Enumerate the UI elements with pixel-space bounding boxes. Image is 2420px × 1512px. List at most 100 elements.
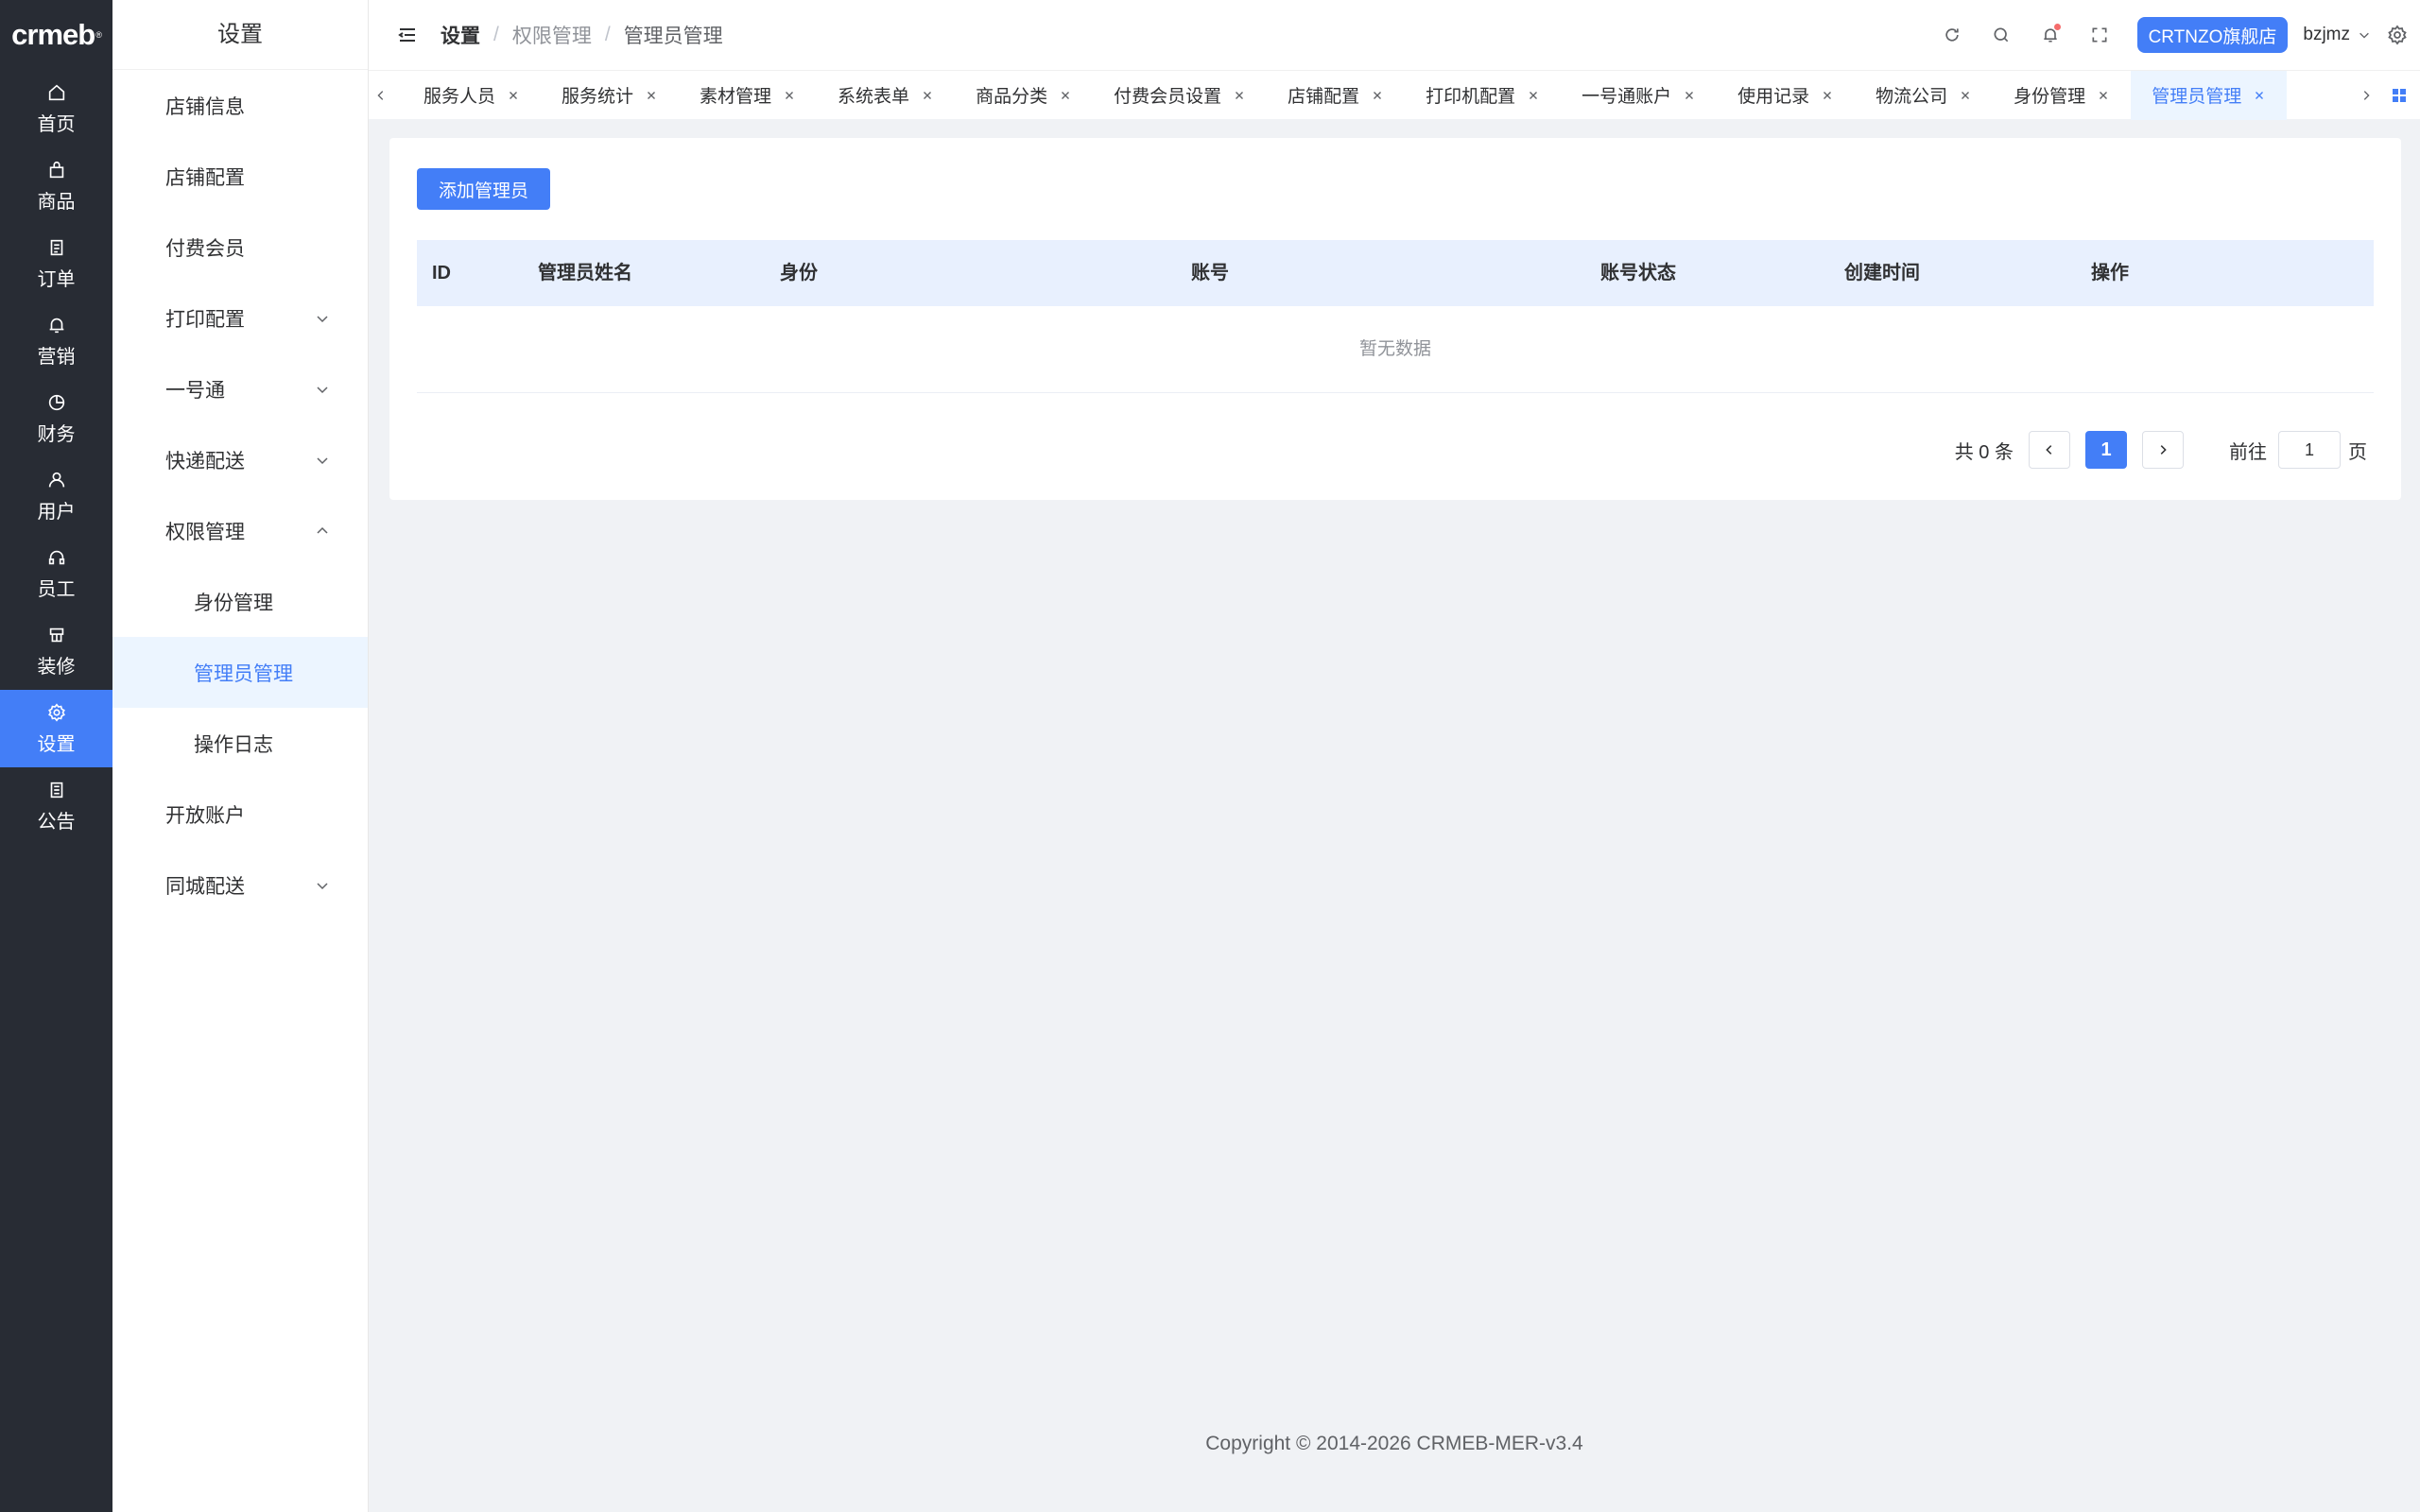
- top-header: 设置 / 权限管理 / 管理员管理 CRTNZO旗舰店 bzjmz: [369, 0, 2420, 70]
- column-header-role: 身份: [780, 263, 818, 284]
- empty-state: 暂无数据: [417, 306, 2374, 393]
- submenu-item-label: 店铺信息: [165, 95, 245, 118]
- close-icon[interactable]: [1371, 89, 1384, 102]
- search-button[interactable]: [1977, 16, 2026, 54]
- crmeb-logo[interactable]: crmeb ®: [0, 0, 112, 70]
- nav-staff[interactable]: 员工: [0, 535, 112, 612]
- tab-admins[interactable]: 管理员管理: [2131, 70, 2288, 120]
- submenu-item-print-config[interactable]: 打印配置: [112, 283, 368, 353]
- goto-label: 前往: [2229, 441, 2267, 463]
- tab-label: 一号通账户: [1582, 87, 1672, 107]
- breadcrumb-item[interactable]: 权限管理: [512, 21, 592, 49]
- tab-yihaotong-account[interactable]: 一号通账户: [1561, 71, 1717, 120]
- tab-paid-member-settings[interactable]: 付费会员设置: [1093, 71, 1267, 120]
- submenu-item-store-config[interactable]: 店铺配置: [112, 141, 368, 212]
- logo-text: crmeb: [11, 18, 95, 51]
- refresh-button[interactable]: [1927, 16, 1977, 54]
- tab-usage-records[interactable]: 使用记录: [1717, 71, 1855, 120]
- close-icon[interactable]: [2253, 89, 2266, 102]
- tabs-menu-button[interactable]: [2378, 88, 2420, 103]
- submenu-item-label: 管理员管理: [194, 662, 293, 685]
- store-switch-button[interactable]: CRTNZO旗舰店: [2136, 17, 2289, 53]
- close-icon[interactable]: [645, 89, 658, 102]
- tabs-scroll-right[interactable]: [2354, 89, 2378, 102]
- close-icon[interactable]: [2097, 89, 2110, 102]
- close-icon[interactable]: [1821, 89, 1834, 102]
- tab-product-category[interactable]: 商品分类: [955, 71, 1093, 120]
- breadcrumb-item[interactable]: 设置: [441, 21, 480, 49]
- close-icon[interactable]: [1527, 89, 1540, 102]
- nav-products[interactable]: 商品: [0, 147, 112, 225]
- submenu-item-permissions[interactable]: 权限管理: [112, 495, 368, 566]
- nav-marketing[interactable]: 营销: [0, 302, 112, 380]
- close-icon[interactable]: [1059, 89, 1072, 102]
- collapse-menu-button[interactable]: [389, 17, 425, 53]
- close-icon[interactable]: [1959, 89, 1972, 102]
- tab-printer-config[interactable]: 打印机配置: [1405, 71, 1561, 120]
- tab-service-stats[interactable]: 服务统计: [541, 71, 679, 120]
- tab-materials[interactable]: 素材管理: [679, 71, 817, 120]
- submenu-item-store-info[interactable]: 店铺信息: [112, 70, 368, 141]
- submenu-item-operation-log[interactable]: 操作日志: [112, 708, 368, 779]
- tab-system-forms[interactable]: 系统表单: [817, 71, 955, 120]
- tabs-list: 服务人员 服务统计 素材管理 系统表单 商品分类 付费会员设置 店铺配置 打印机…: [393, 70, 2354, 120]
- nav-decorate[interactable]: 装修: [0, 612, 112, 690]
- chevron-up-icon: [317, 526, 328, 534]
- tab-service-staff[interactable]: 服务人员: [403, 71, 541, 120]
- notice-icon: [50, 782, 62, 798]
- chevron-left-icon: [377, 90, 384, 100]
- settings-gear-icon[interactable]: [2386, 24, 2409, 46]
- chevron-right-icon: [2363, 90, 2370, 100]
- chevron-down-icon: [2360, 32, 2369, 39]
- nav-finance-label: 财务: [37, 423, 76, 445]
- column-header-actions: 操作: [2091, 263, 2129, 284]
- tabs-bar: 服务人员 服务统计 素材管理 系统表单 商品分类 付费会员设置 店铺配置 打印机…: [369, 70, 2420, 120]
- tab-label: 付费会员设置: [1114, 87, 1222, 107]
- submenu-item-express[interactable]: 快递配送: [112, 424, 368, 495]
- goto-page-input[interactable]: [2278, 431, 2341, 469]
- close-icon[interactable]: [507, 89, 520, 102]
- fullscreen-button[interactable]: [2075, 16, 2124, 54]
- close-icon[interactable]: [1233, 89, 1246, 102]
- nav-marketing-label: 营销: [37, 346, 76, 368]
- chevron-down-icon: [317, 456, 328, 464]
- nav-settings-label: 设置: [37, 733, 76, 755]
- submenu-item-roles[interactable]: 身份管理: [112, 566, 368, 637]
- user-menu[interactable]: bzjmz: [2303, 25, 2371, 45]
- add-admin-button[interactable]: 添加管理员: [417, 168, 551, 210]
- submenu-item-open-account[interactable]: 开放账户: [112, 779, 368, 850]
- next-page-button[interactable]: [2142, 431, 2184, 469]
- tab-store-config[interactable]: 店铺配置: [1267, 71, 1405, 120]
- tab-logistics[interactable]: 物流公司: [1855, 71, 1993, 120]
- chevron-right-icon: [2160, 445, 2167, 455]
- submenu-item-yihaotong[interactable]: 一号通: [112, 353, 368, 424]
- submenu-item-label: 一号通: [165, 379, 225, 402]
- total-count: 共 0 条: [1954, 441, 2014, 463]
- nav-notice[interactable]: 公告: [0, 767, 112, 845]
- fullscreen-icon: [2092, 27, 2107, 43]
- nav-orders[interactable]: 订单: [0, 225, 112, 302]
- bag-icon: [49, 161, 63, 178]
- close-icon[interactable]: [783, 89, 796, 102]
- submenu-item-same-city[interactable]: 同城配送: [112, 850, 368, 920]
- close-icon[interactable]: [921, 89, 934, 102]
- submenu-item-admins[interactable]: 管理员管理: [112, 637, 368, 708]
- chevron-down-icon: [317, 315, 328, 322]
- page-number-button[interactable]: 1: [2085, 431, 2127, 469]
- notifications-button[interactable]: [2026, 16, 2075, 54]
- submenu-item-label: 同城配送: [165, 875, 245, 898]
- nav-users[interactable]: 用户: [0, 457, 112, 535]
- close-icon[interactable]: [1683, 89, 1696, 102]
- tab-label: 服务统计: [562, 87, 634, 107]
- table-header: ID 管理员姓名 身份 账号 账号状态 创建时间 操作: [417, 240, 2374, 306]
- nav-settings[interactable]: 设置: [0, 690, 112, 767]
- pagination: 共 0 条 1 前往 页: [1955, 431, 2367, 469]
- tab-roles[interactable]: 身份管理: [1993, 71, 2131, 120]
- nav-home[interactable]: 首页: [0, 70, 112, 147]
- breadcrumb-item: 管理员管理: [623, 26, 723, 47]
- prev-page-button[interactable]: [2029, 431, 2070, 469]
- tabs-scroll-left[interactable]: [369, 89, 393, 102]
- main-nav-rail: crmeb ® 首页 商品 订单 营销 财务 用户 员工 装修 设置 公告: [0, 0, 112, 1512]
- nav-finance[interactable]: 财务: [0, 380, 112, 457]
- submenu-item-paid-member[interactable]: 付费会员: [112, 212, 368, 283]
